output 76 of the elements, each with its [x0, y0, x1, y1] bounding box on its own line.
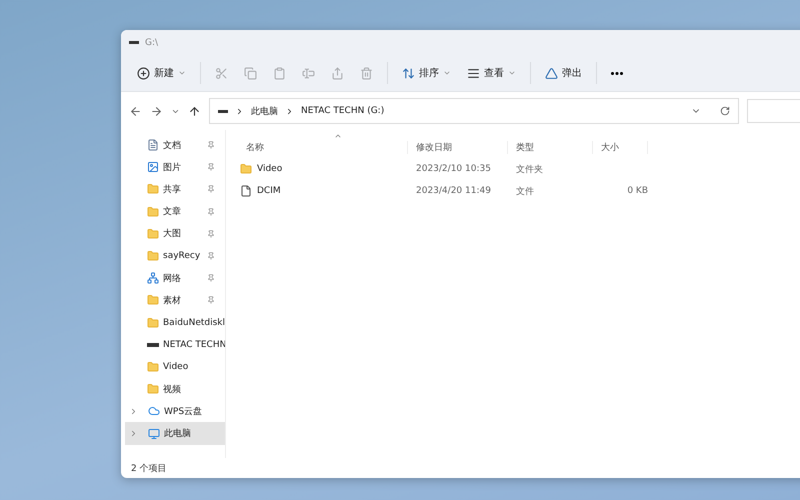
- sidebar-item[interactable]: 此电脑: [125, 422, 225, 445]
- new-icon: [137, 66, 150, 80]
- more-icon: [611, 72, 623, 74]
- folder-icon: [147, 360, 159, 373]
- list-view-icon: [467, 66, 480, 80]
- sort-icon: [402, 66, 415, 80]
- expand-icon[interactable]: [129, 429, 138, 438]
- folder-icon: [147, 183, 159, 196]
- breadcrumb[interactable]: NETAC TECHN (G:): [301, 106, 384, 116]
- rename-icon: [302, 66, 315, 80]
- folder-icon: [147, 228, 159, 240]
- date-cell-text: 2023/2/10 10:35: [415, 164, 492, 174]
- folder-icon: [147, 383, 159, 396]
- sort-caret-icon: [334, 132, 342, 140]
- date-cell-text: 2023/4/20 11:49: [415, 186, 492, 196]
- refresh-icon[interactable]: [720, 106, 730, 116]
- file-name[interactable]: DCIM: [238, 185, 408, 197]
- sidebar-item[interactable]: 素材: [125, 289, 225, 312]
- folder-icon: [147, 294, 159, 306]
- column-header[interactable]: 修改日期: [408, 140, 508, 154]
- eject-icon: [545, 66, 558, 80]
- size-cell-text: 0 KB: [626, 186, 648, 196]
- forward-button[interactable]: [150, 104, 163, 118]
- folder-icon: [147, 316, 159, 329]
- item-count: 2 个项目: [131, 462, 167, 474]
- type-cell-text: 文件: [515, 186, 535, 198]
- type-cell-text: 文件夹: [515, 164, 544, 176]
- caret-icon: [178, 69, 186, 77]
- sidebar-item[interactable]: sayRecy: [125, 244, 225, 268]
- sidebar-item[interactable]: NETAC TECHN: [125, 334, 225, 356]
- column-header[interactable]: 名称: [238, 140, 408, 154]
- sidebar-item[interactable]: 图片: [125, 156, 225, 178]
- up-button[interactable]: [188, 104, 201, 118]
- caret-icon: [508, 69, 516, 77]
- address-bar[interactable]: 此电脑 NETAC TECHN (G:): [209, 98, 739, 124]
- column-header[interactable]: 大小: [593, 140, 648, 154]
- copy-icon: [244, 66, 257, 80]
- sidebar-item[interactable]: 视频: [125, 378, 225, 400]
- file-name[interactable]: Video: [238, 163, 408, 175]
- computer-icon: [148, 428, 160, 440]
- trash-icon: [360, 66, 373, 80]
- new-button[interactable]: 新建: [131, 60, 192, 86]
- cut-icon: [215, 66, 228, 80]
- drive-icon: [147, 342, 159, 347]
- sidebar-item[interactable]: WPS云盘: [125, 400, 225, 422]
- folder-icon: [147, 250, 159, 262]
- sidebar-item[interactable]: 网络: [125, 267, 225, 290]
- folder-icon: [147, 206, 159, 218]
- chevron-icon: [235, 106, 244, 116]
- sidebar-item[interactable]: 共享: [125, 178, 225, 201]
- drive-icon: [218, 110, 228, 112]
- cloud-icon: [148, 405, 160, 418]
- document-icon: [147, 139, 159, 152]
- chevron-icon: [285, 106, 294, 116]
- eject-button[interactable]: 弹出: [539, 60, 588, 86]
- sidebar-item[interactable]: 文章: [125, 200, 225, 223]
- paste-icon: [273, 66, 286, 80]
- back-button[interactable]: [129, 104, 142, 118]
- column-header[interactable]: 类型: [508, 140, 593, 154]
- window-title: G:\: [145, 38, 158, 48]
- breadcrumb[interactable]: 此电脑: [251, 104, 278, 118]
- drive-icon: [129, 41, 139, 44]
- search-field[interactable]: [747, 99, 800, 123]
- sidebar-item[interactable]: 大图: [125, 222, 225, 245]
- file-icon: [240, 185, 252, 197]
- sidebar-item[interactable]: BaiduNetdiskl: [125, 312, 225, 334]
- caret-icon: [443, 69, 451, 77]
- picture-icon: [147, 161, 159, 174]
- view-button[interactable]: 查看: [461, 60, 522, 86]
- sidebar-item[interactable]: Video: [125, 356, 225, 378]
- sidebar-item[interactable]: 文档: [125, 134, 225, 156]
- sort-button[interactable]: 排序: [396, 60, 457, 86]
- network-icon: [147, 272, 159, 284]
- folder-icon: [240, 163, 252, 175]
- share-icon: [331, 66, 344, 80]
- expand-icon[interactable]: [129, 406, 138, 416]
